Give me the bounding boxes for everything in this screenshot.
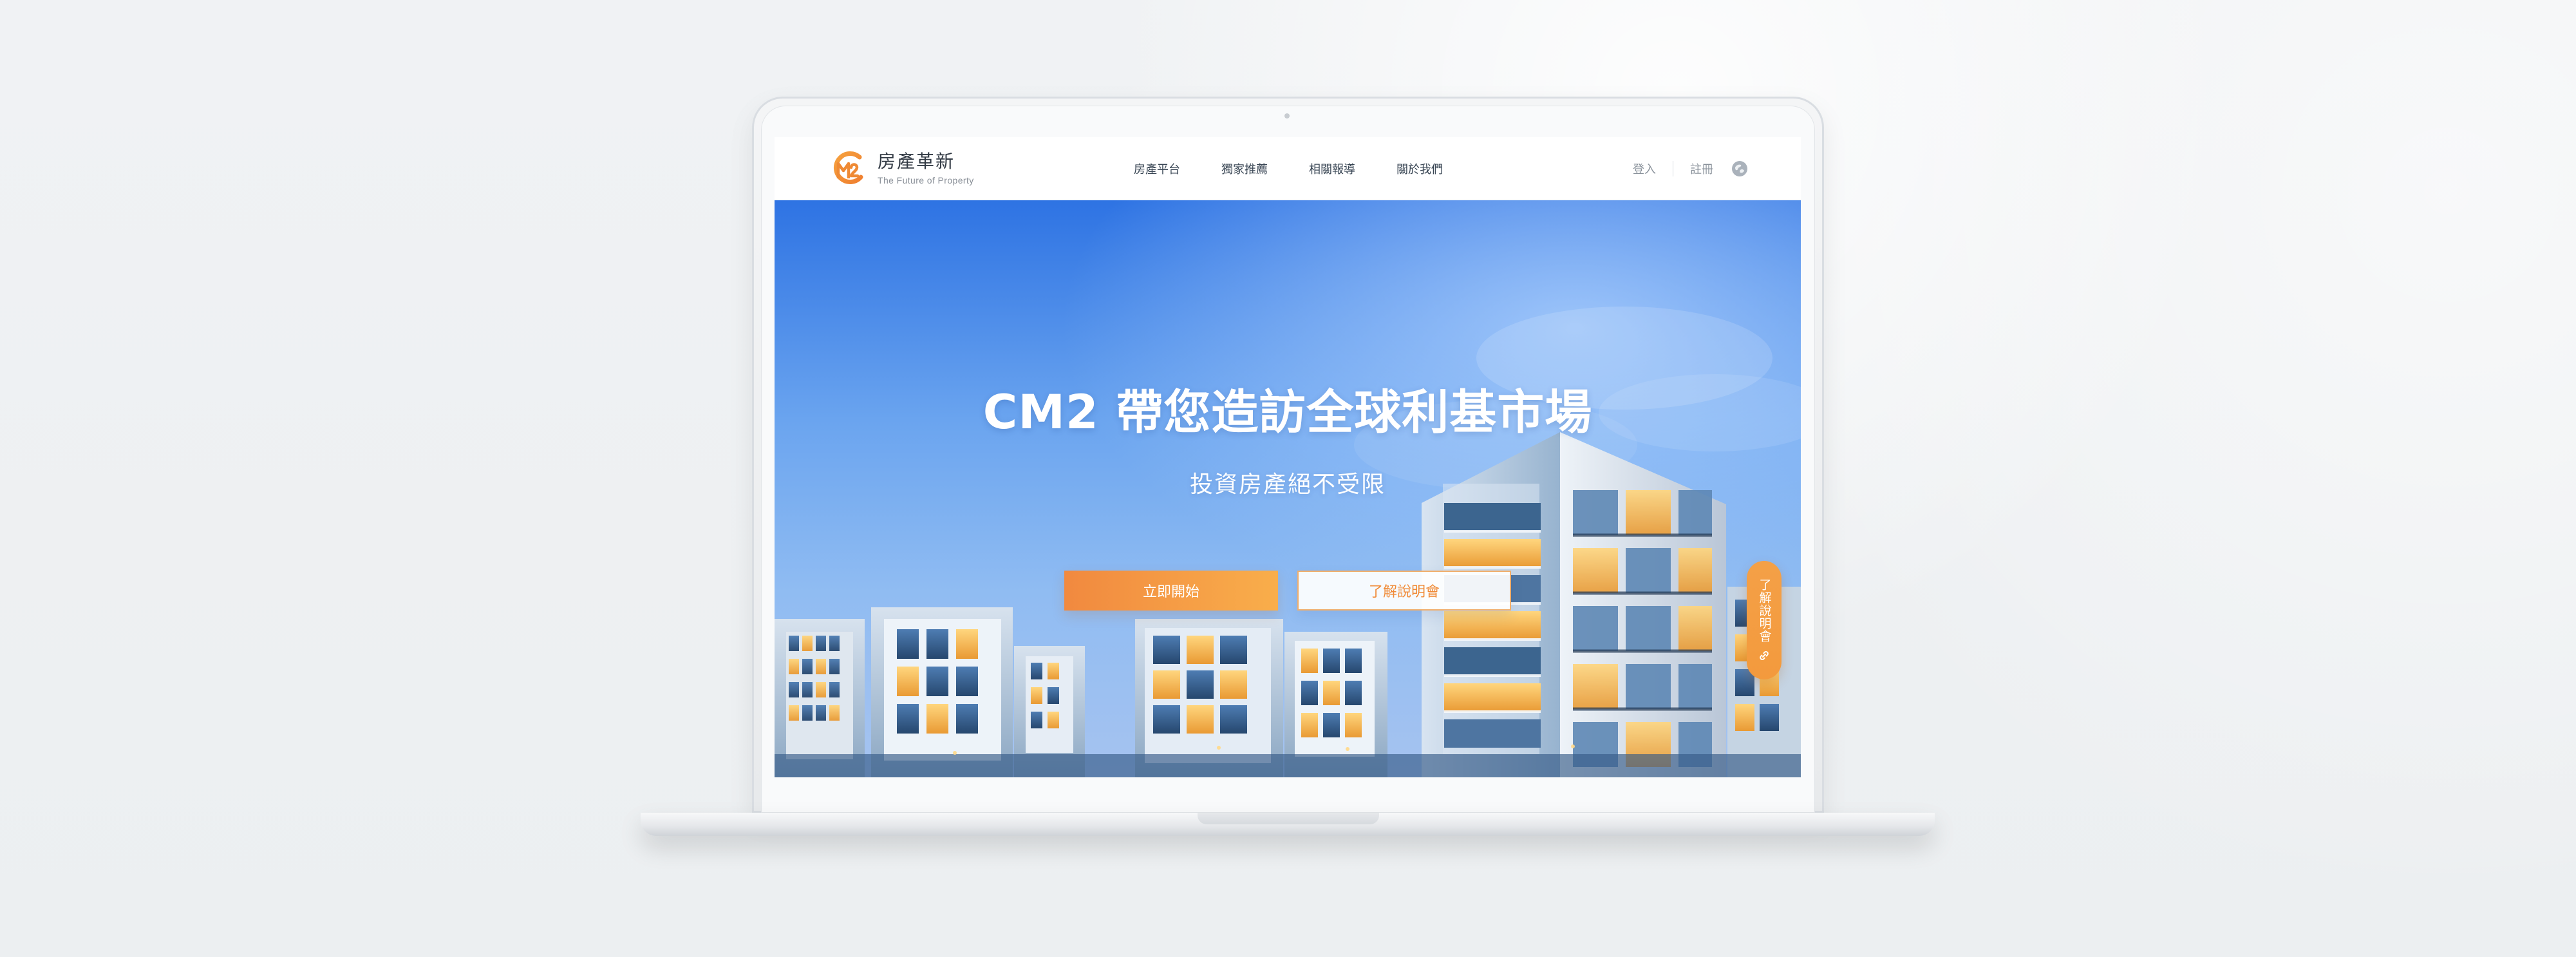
- cm2-logo: [833, 151, 863, 184]
- hero-subtitle: 投資房產絕不受限: [1189, 471, 1386, 498]
- hero-title: CM2 帶您造訪全球利基市場: [982, 385, 1593, 440]
- learn-seminar-button[interactable]: 了解說明會: [1297, 571, 1511, 611]
- start-now-button[interactable]: 立即開始: [1064, 571, 1278, 611]
- nav-item-related-news[interactable]: 相關報導: [1309, 160, 1355, 177]
- globe-icon: [1732, 161, 1747, 176]
- camera-dot: [1284, 113, 1290, 118]
- register-link[interactable]: 註冊: [1690, 160, 1713, 177]
- nav-item-exclusive-picks[interactable]: 獨家推薦: [1221, 160, 1268, 177]
- laptop-screen: 房產革新 The Future of Property 房產平台 獨家推薦 相關…: [775, 137, 1801, 777]
- hero-banner: CM2 帶您造訪全球利基市場 投資房產絕不受限 立即開始 了解說明會 了解說明會: [775, 200, 1801, 777]
- site-header: 房產革新 The Future of Property 房產平台 獨家推薦 相關…: [775, 137, 1801, 200]
- seminar-side-tab[interactable]: 了解說明會: [1747, 561, 1782, 679]
- brand-text: 房產革新 The Future of Property: [878, 153, 974, 185]
- main-navigation: 房產平台 獨家推薦 相關報導 關於我們: [1134, 137, 1443, 200]
- header-actions: 登入 註冊: [1633, 137, 1749, 200]
- nav-item-about-us[interactable]: 關於我們: [1396, 160, 1443, 177]
- brand-tagline: The Future of Property: [878, 175, 974, 185]
- mockup-stage: 房產革新 The Future of Property 房產平台 獨家推薦 相關…: [0, 0, 2576, 957]
- brand[interactable]: 房產革新 The Future of Property: [826, 147, 974, 190]
- link-icon: [1760, 651, 1769, 660]
- brand-name: 房產革新: [878, 151, 955, 172]
- laptop-notch: [1198, 813, 1379, 824]
- nav-item-property-platform[interactable]: 房產平台: [1134, 160, 1180, 177]
- hero-actions: 立即開始 了解說明會: [1064, 571, 1511, 611]
- language-button[interactable]: [1730, 159, 1749, 178]
- login-link[interactable]: 登入: [1633, 160, 1656, 177]
- seminar-side-tab-label: 了解說明會: [1757, 578, 1772, 643]
